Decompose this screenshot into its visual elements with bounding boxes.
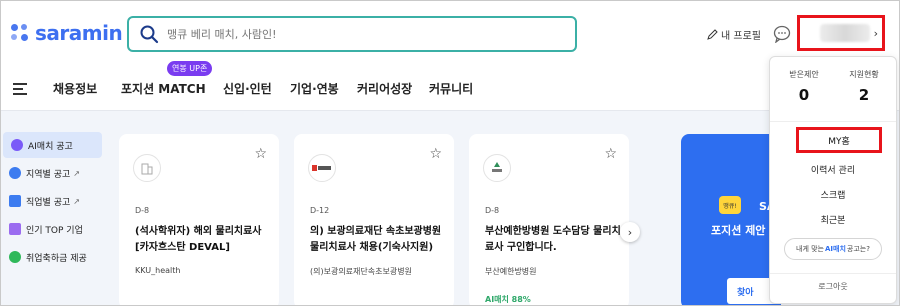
hamburger-menu-icon[interactable] [13,83,27,95]
job-card[interactable]: ☆ D-8 (석사학위자) 해외 물리치료사 [카자흐스탄 DEVAL] KKU… [119,134,279,305]
card-company[interactable]: (의)보광의료재단속초보광병원 [310,266,412,277]
card-title[interactable]: 부산예한방병원 도수담당 물리치료사 구인합니다. [485,224,625,256]
user-dropdown-menu: 받은제안 0 지원현황 2 MY홈 이력서 관리 스크랩 최근본 내게 맞는 A… [769,56,897,304]
card-dday: D-8 [135,206,150,215]
nav-item-company-salary[interactable]: 기업·연봉 [290,80,339,97]
dropdown-item-scrap[interactable]: 스크랩 [770,188,896,201]
logout-button[interactable]: 로그아웃 [770,281,896,292]
job-card[interactable]: ☆ D-8 부산예한방병원 도수담당 물리치료사 구인합니다. 부산예한방병원 … [469,134,629,305]
card-title[interactable]: (석사학위자) 해외 물리치료사 [카자흐스탄 DEVAL] [135,224,275,256]
nav-item-career[interactable]: 커리어성장 [357,80,412,97]
external-arrow-icon: ↗ [73,168,80,178]
left-menu-top-companies[interactable]: 인기 TOP 기업 [1,216,111,242]
left-menu-region[interactable]: 지역별 공고 ↗ [1,160,111,186]
nav-item-new-intern[interactable]: 신입·인턴 [223,80,272,97]
left-menu-label: 취업축하금 제공 [26,253,87,264]
nav-badge: 연봉 UP존 [167,61,213,76]
left-menu-bonus[interactable]: 취업축하금 제공 [1,244,111,270]
left-menu-label: 지역별 공고 [26,169,71,180]
user-menu-button[interactable]: › [797,15,885,51]
card-title[interactable]: 의) 보광의료재단 속초보광병원 물리치료사 채용(기숙사지원) [310,224,450,256]
building-icon [133,154,161,182]
logo-mark-icon [11,24,29,42]
main-nav: 채용정보 포지션 MATCH 연봉 UP존 신입·인턴 기업·연봉 커리어성장 … [1,61,899,111]
application-status-stat[interactable]: 지원현황 2 [832,69,896,104]
left-menu-label: 직업별 공고 [26,197,71,208]
page: saramin 내 프로필 › 채용 [0,0,900,306]
left-menu-label: AI매치 공고 [28,141,73,152]
pill-suffix: 공고는? [846,245,870,253]
job-card[interactable]: ☆ D-12 의) 보광의료재단 속초보광병원 물리치료사 채용(기숙사지원) … [294,134,454,305]
star-icon[interactable]: ☆ [254,146,267,162]
received-offers-stat[interactable]: 받은제안 0 [772,69,836,104]
dropdown-item-recent[interactable]: 최근본 [770,213,896,226]
coin-icon [9,251,21,263]
stat-value: 2 [858,86,870,104]
my-profile-link[interactable]: 내 프로필 [707,27,761,42]
stat-value: 0 [798,86,810,104]
left-menu: AI매치 공고 지역별 공고 ↗ 직업별 공고 ↗ 인기 TOP 기업 취업축하… [1,132,111,272]
star-icon[interactable]: ☆ [429,146,442,162]
briefcase-icon [9,195,21,207]
card-dday: D-12 [310,206,330,215]
card-company[interactable]: KKU_health [135,266,180,275]
promo-text: 포지션 제안 [711,224,766,237]
crown-icon [9,223,21,235]
card-company[interactable]: 부산예한방병원 [485,266,537,277]
nav-item-community[interactable]: 커뮤니티 [429,80,473,97]
content-area: AI매치 공고 지역별 공고 ↗ 직업별 공고 ↗ 인기 TOP 기업 취업축하… [1,112,899,305]
left-menu-job[interactable]: 직업별 공고 ↗ [1,188,111,214]
divider [770,121,896,122]
divider [770,273,896,274]
my-profile-label: 내 프로필 [721,31,761,42]
search-box[interactable] [127,16,577,52]
pill-prefix: 내게 맞는 [796,245,825,253]
nav-item-jobs[interactable]: 채용정보 [53,80,97,97]
left-menu-label: 인기 TOP 기업 [26,225,83,236]
dropdown-item-my-home[interactable]: MY홈 [796,127,882,153]
search-icon[interactable] [139,24,159,44]
external-arrow-icon: ↗ [73,196,80,206]
saramin-logo[interactable]: saramin [11,21,123,45]
carousel-next-button[interactable]: › [620,222,640,242]
card-dday: D-8 [485,206,500,215]
clinic-logo [483,154,511,182]
dropdown-item-resume[interactable]: 이력서 관리 [770,163,896,176]
chat-icon[interactable] [773,25,791,43]
ai-match-score: AI매치 88% [485,295,531,304]
promo-badge: 땡큐! [719,196,741,214]
pill-highlight: AI매치 [825,245,846,253]
chevron-right-icon: › [873,27,878,40]
star-icon[interactable]: ☆ [604,146,617,162]
chevron-right-icon: › [627,225,633,239]
ai-match-pill-button[interactable]: 내게 맞는 AI매치 공고는? [784,238,882,260]
user-name-blurred [820,24,870,42]
stat-label: 지원현황 [849,70,879,79]
nav-item-position-match[interactable]: 포지션 MATCH [121,80,206,97]
sparkle-icon [11,139,23,151]
hospital-logo [308,154,336,182]
stat-label: 받은제안 [789,70,819,79]
search-input[interactable] [167,27,547,41]
header: saramin 내 프로필 › [1,1,899,67]
pencil-icon [707,29,718,40]
promo-banner[interactable]: 땡큐! SA 포지션 제안 찾아 [681,134,781,305]
location-pin-icon [9,167,21,179]
left-menu-ai-match[interactable]: AI매치 공고 [3,132,102,158]
logo-text: saramin [35,21,123,45]
